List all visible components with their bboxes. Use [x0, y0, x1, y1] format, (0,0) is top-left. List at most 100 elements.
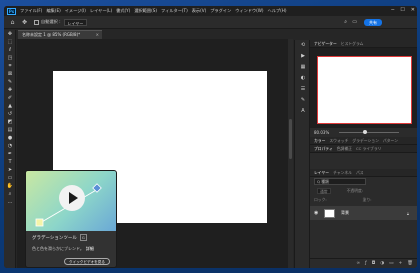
- path-select-icon[interactable]: ➤: [4, 166, 16, 174]
- zoom-icon[interactable]: ⌕: [4, 190, 16, 198]
- zoom-slider-knob[interactable]: [363, 130, 368, 134]
- eraser-icon[interactable]: ◩: [4, 118, 16, 126]
- move-tool-icon[interactable]: ✥: [21, 19, 28, 26]
- marquee-icon[interactable]: ⬚: [4, 38, 16, 46]
- navigator-view-frame[interactable]: [317, 56, 412, 124]
- tab-layers[interactable]: レイヤー: [314, 170, 329, 176]
- visibility-eye-icon[interactable]: ◉: [314, 210, 320, 216]
- shape-icon[interactable]: ▭: [4, 174, 16, 182]
- history-panel-icon[interactable]: ⟲: [295, 40, 311, 51]
- layer-thumbnail: [324, 208, 335, 218]
- menu-select[interactable]: 選択範囲(S): [134, 8, 157, 14]
- document-tab[interactable]: 名称未設定 1 @ 85% (RGB/8)* ×: [18, 30, 102, 39]
- actions-panel-icon[interactable]: ▶: [295, 51, 311, 62]
- healing-icon[interactable]: ✚: [4, 86, 16, 94]
- tooltip-title-text: グラデーションツール: [32, 236, 77, 241]
- swatches-panel-icon[interactable]: ▦: [295, 62, 311, 73]
- layer-name: 背景: [341, 210, 349, 215]
- hand-icon[interactable]: ✋: [4, 182, 16, 190]
- color-tabs: カラー スウォッチ グラデーション パターン: [310, 137, 417, 145]
- zoom-slider[interactable]: [339, 130, 400, 134]
- layer-row[interactable]: ◉ 背景 🔒︎: [310, 206, 417, 220]
- fill-label: 塗り:: [362, 196, 372, 202]
- workspace-icon[interactable]: ▭: [352, 19, 357, 25]
- tab-swatches[interactable]: スウォッチ: [329, 138, 348, 144]
- tab-adjustments[interactable]: 色調補正: [337, 146, 352, 152]
- panel-icons-column: ⟲ ▶ ▦ ◐ ☰ ✎ A: [294, 40, 310, 268]
- move-icon[interactable]: ✥: [4, 30, 16, 38]
- play-video-icon[interactable]: [59, 185, 85, 211]
- home-icon[interactable]: ⌂: [9, 19, 16, 26]
- mask-icon[interactable]: ◘: [372, 261, 376, 266]
- tab-patterns[interactable]: パターン: [383, 138, 398, 144]
- fx-icon[interactable]: ƒ: [365, 261, 367, 266]
- menu-edit[interactable]: 編集(E): [46, 8, 60, 14]
- photoshop-logo-icon: Ps: [7, 7, 16, 15]
- adjustments-panel-icon[interactable]: ◐: [295, 73, 311, 84]
- lock-label: ロック:: [314, 196, 327, 202]
- object-select-icon[interactable]: ◳: [4, 54, 16, 62]
- lasso-icon[interactable]: ℓ: [4, 46, 16, 54]
- link-layers-icon[interactable]: ∞: [356, 261, 360, 266]
- tab-navigator[interactable]: ナビゲーター: [314, 41, 337, 47]
- tab-properties[interactable]: プロパティ: [314, 146, 333, 152]
- tools-panel: ✥ ⬚ ℓ ◳ ⌗ ⊠ ✎ ✚ ✐ ▲ ↺ ◩ ▤ ● ◔ ✒ T ➤ ▭ ✋ …: [4, 30, 16, 268]
- tab-color[interactable]: カラー: [314, 138, 325, 144]
- scroll-thumb[interactable]: [289, 119, 292, 159]
- stamp-icon[interactable]: ▲: [4, 102, 16, 110]
- menu-view[interactable]: 表示(V): [192, 8, 207, 14]
- adjustment-layer-icon[interactable]: ◑: [380, 261, 384, 266]
- menu-help[interactable]: ヘルプ(H): [268, 8, 287, 14]
- watch-quick-video-button[interactable]: クイックビデオを見る: [64, 258, 110, 265]
- share-button[interactable]: 共有: [364, 19, 382, 26]
- menu-image[interactable]: イメージ(I): [65, 8, 86, 14]
- menu-file[interactable]: ファイル(F): [20, 8, 42, 14]
- close-icon[interactable]: ✕: [411, 7, 415, 13]
- tab-cc-libraries[interactable]: CC ライブラリ: [356, 146, 382, 152]
- new-layer-icon[interactable]: +: [399, 261, 403, 266]
- eyedropper-icon[interactable]: ✎: [4, 78, 16, 86]
- menu-plugins[interactable]: プラグイン: [210, 8, 231, 14]
- libraries-panel-icon[interactable]: ☰: [295, 84, 311, 95]
- gradient-tool-tooltip: グラデーションツール G 色と色を滑らかにブレンド。 詳細 クイックビデオを見る: [25, 170, 117, 268]
- blend-row: 通常 不透明度:: [310, 186, 417, 195]
- gradient-icon[interactable]: ▤: [4, 126, 16, 134]
- layers-search-input[interactable]: Q 種類: [314, 178, 366, 185]
- tab-channels[interactable]: チャンネル: [333, 170, 352, 176]
- blur-icon[interactable]: ●: [4, 134, 16, 142]
- minimize-icon[interactable]: ─: [391, 7, 394, 13]
- character-panel-icon[interactable]: A: [295, 106, 311, 117]
- blend-mode-dropdown[interactable]: 通常: [317, 187, 331, 194]
- vertical-scrollbar[interactable]: [288, 39, 293, 268]
- layers-filter-row: Q 種類: [310, 177, 417, 186]
- lock-icon: 🔒︎: [406, 210, 409, 216]
- lock-row: ロック: 塗り:: [310, 195, 417, 204]
- zoom-value[interactable]: 80.03%: [314, 130, 329, 135]
- pen-icon[interactable]: ✒: [4, 150, 16, 158]
- more-tools-icon[interactable]: …: [4, 198, 16, 206]
- autoselect-dropdown[interactable]: レイヤー: [63, 18, 88, 26]
- menu-filter[interactable]: フィルター(T): [161, 8, 188, 14]
- right-panels: ナビゲーター ヒストグラム 80.03% カラー スウォッチ グラデーション パ…: [310, 40, 417, 268]
- autoselect-checkbox[interactable]: [34, 19, 39, 25]
- type-icon[interactable]: T: [4, 158, 16, 166]
- autoselect-label: 自動選択 :: [41, 19, 61, 24]
- brushes-panel-icon[interactable]: ✎: [295, 95, 311, 106]
- dodge-icon[interactable]: ◔: [4, 142, 16, 150]
- history-brush-icon[interactable]: ↺: [4, 110, 16, 118]
- frame-icon[interactable]: ⊠: [4, 70, 16, 78]
- tab-gradients[interactable]: グラデーション: [352, 138, 379, 144]
- maximize-icon[interactable]: ☐: [400, 7, 404, 13]
- search-icon[interactable]: ⌕: [344, 19, 347, 25]
- menu-type[interactable]: 書式(Y): [116, 8, 130, 14]
- tab-histogram[interactable]: ヒストグラム: [341, 41, 364, 47]
- menu-layer[interactable]: レイヤー(L): [90, 8, 112, 14]
- crop-icon[interactable]: ⌗: [4, 62, 16, 70]
- close-document-icon[interactable]: ×: [96, 31, 99, 39]
- menu-window[interactable]: ウィンドウ(W): [235, 8, 263, 14]
- group-icon[interactable]: ▭: [389, 261, 393, 266]
- brush-icon[interactable]: ✐: [4, 94, 16, 102]
- delete-layer-icon[interactable]: 🗑︎: [407, 261, 413, 266]
- tab-paths[interactable]: パス: [356, 170, 364, 176]
- learn-more-link[interactable]: 詳細: [86, 246, 94, 251]
